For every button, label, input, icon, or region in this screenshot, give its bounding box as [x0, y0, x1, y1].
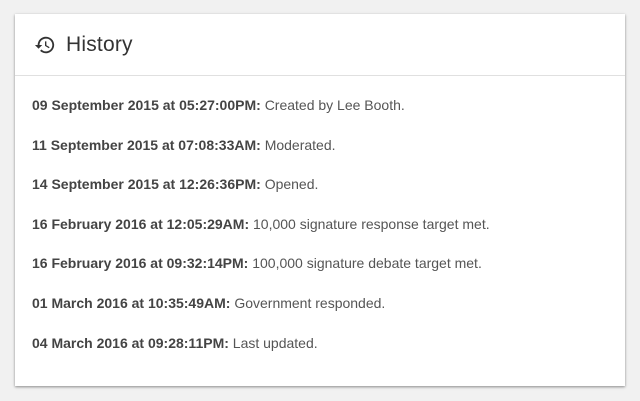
history-timestamp: 16 February 2016 at 09:32:14PM: [32, 255, 249, 272]
card-header: History [15, 14, 625, 76]
history-timestamp: 16 February 2016 at 12:05:29AM: [32, 215, 250, 232]
history-item: 01 March 2016 at 10:35:49AM: Government … [32, 294, 625, 334]
history-event: 100,000 signature debate target met. [252, 255, 482, 272]
history-item: 11 September 2015 at 07:08:33AM: Moderat… [32, 136, 625, 176]
history-timestamp: 11 September 2015 at 07:08:33AM: [32, 136, 261, 153]
history-event: Opened. [264, 176, 319, 193]
history-timestamp: 01 March 2016 at 10:35:49AM: [32, 294, 231, 311]
history-item: 14 September 2015 at 12:26:36PM: Opened. [32, 175, 625, 215]
history-card: History 09 September 2015 at 05:27:00PM:… [15, 14, 625, 386]
history-event: Moderated. [264, 136, 336, 153]
history-list: 09 September 2015 at 05:27:00PM: Created… [15, 76, 625, 373]
history-timestamp: 04 March 2016 at 09:28:11PM: [32, 334, 229, 351]
history-timestamp: 09 September 2015 at 05:27:00PM: [32, 97, 261, 113]
history-event: Government responded. [234, 294, 386, 311]
history-item: 04 March 2016 at 09:28:11PM: Last update… [32, 334, 625, 374]
history-item: 09 September 2015 at 05:27:00PM: Created… [32, 96, 625, 136]
history-event: 10,000 signature response target met. [253, 215, 490, 232]
history-icon [34, 34, 56, 56]
history-timestamp: 14 September 2015 at 12:26:36PM: [32, 176, 261, 193]
history-item: 16 February 2016 at 12:05:29AM: 10,000 s… [32, 215, 625, 255]
history-event: Created by Lee Booth. [264, 97, 405, 113]
card-title: History [66, 32, 133, 56]
history-item: 16 February 2016 at 09:32:14PM: 100,000 … [32, 254, 625, 294]
history-event: Last updated. [232, 334, 318, 351]
